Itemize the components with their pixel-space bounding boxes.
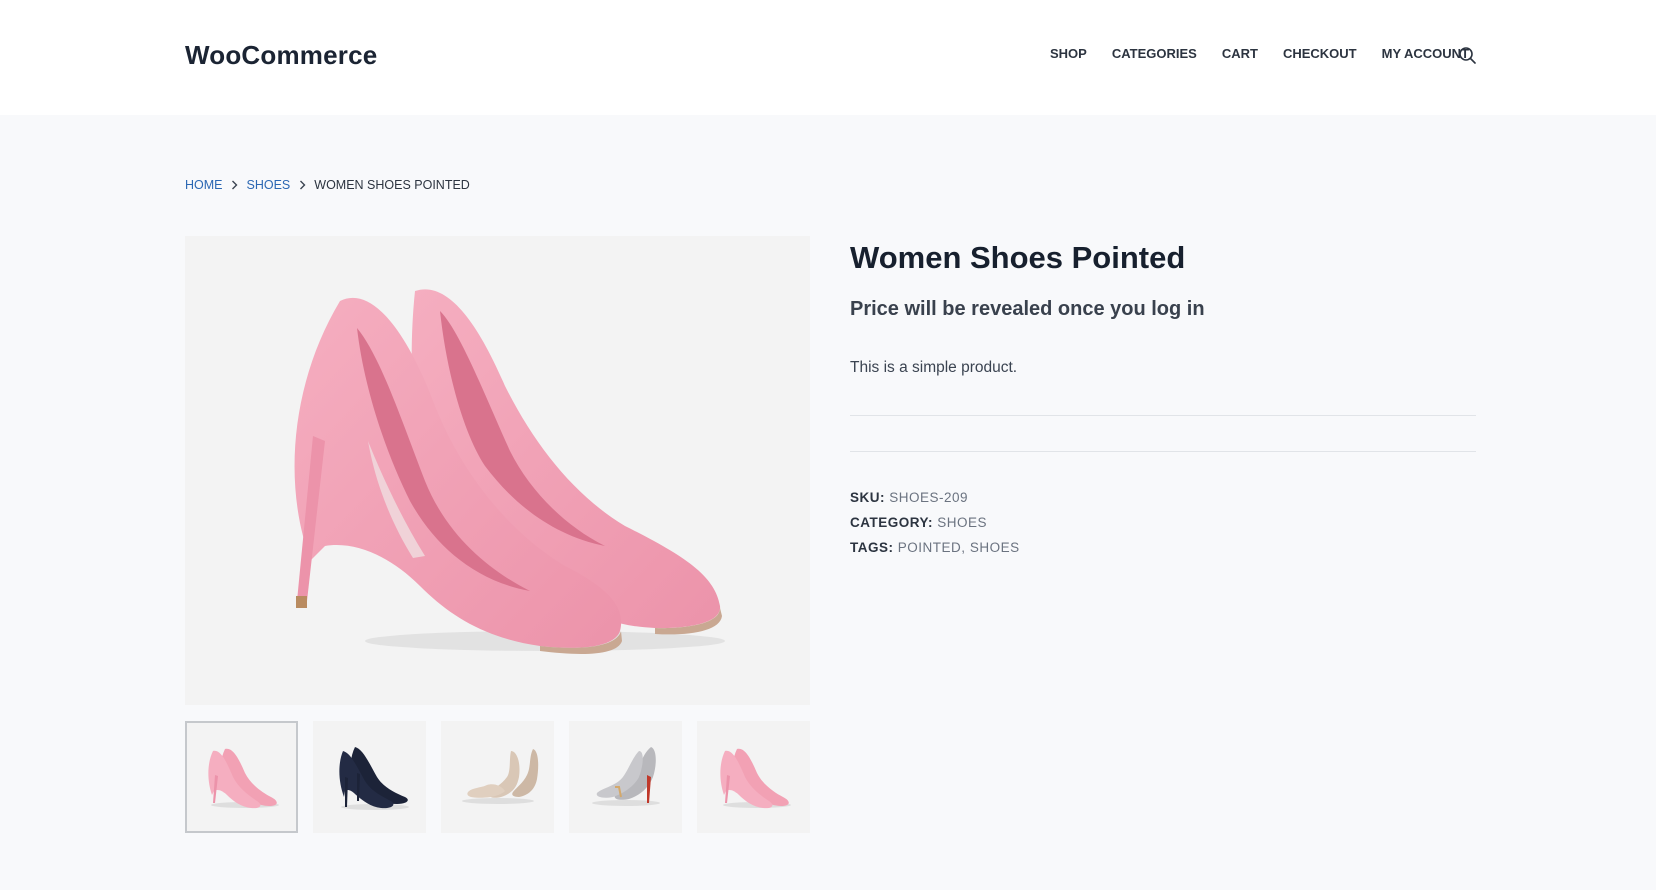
- nav-categories[interactable]: CATEGORIES: [1112, 46, 1197, 61]
- tags-row: TAGS: POINTED, SHOES: [850, 540, 1476, 555]
- category-label: CATEGORY:: [850, 515, 933, 530]
- divider: [850, 451, 1476, 452]
- product-summary: Women Shoes Pointed Price will be reveal…: [850, 240, 1476, 565]
- sku-row: SKU: SHOES-209: [850, 490, 1476, 505]
- thumbnail-navy-pumps[interactable]: [313, 721, 426, 833]
- product-meta: SKU: SHOES-209 CATEGORY: SHOES TAGS: POI…: [850, 490, 1476, 555]
- thumbnail-pink-pumps[interactable]: [185, 721, 298, 833]
- sku-label: SKU:: [850, 490, 885, 505]
- nav-my-account[interactable]: MY ACCOUNT: [1382, 46, 1469, 61]
- product-thumbnails: [185, 721, 810, 833]
- chevron-right-icon: [290, 180, 314, 190]
- nav-checkout[interactable]: CHECKOUT: [1283, 46, 1357, 61]
- chevron-right-icon: [223, 180, 247, 190]
- site-logo[interactable]: WooCommerce: [185, 40, 377, 71]
- product-main-image[interactable]: [185, 236, 810, 705]
- tag-separator: ,: [961, 540, 966, 555]
- product-short-description: This is a simple product.: [850, 359, 1018, 376]
- search-icon[interactable]: [1458, 46, 1476, 64]
- breadcrumb-home[interactable]: HOME: [185, 178, 223, 192]
- divider: [850, 415, 1476, 416]
- breadcrumb-current: WOMEN SHOES POINTED: [314, 178, 470, 192]
- main-nav: SHOP CATEGORIES CART CHECKOUT MY ACCOUNT: [1050, 46, 1494, 61]
- pink-pumps-image: [294, 289, 725, 654]
- site-header: WooCommerce SHOP CATEGORIES CART CHECKOU…: [0, 0, 1656, 115]
- nav-cart[interactable]: CART: [1222, 46, 1258, 61]
- price-login-notice: Price will be revealed once you log in: [850, 298, 1205, 320]
- breadcrumb-shoes[interactable]: SHOES: [247, 178, 291, 192]
- tags-label: TAGS:: [850, 540, 894, 555]
- thumbnail-nude-pumps[interactable]: [441, 721, 554, 833]
- breadcrumb: HOME SHOES WOMEN SHOES POINTED: [185, 178, 470, 192]
- thumbnail-silver-pumps[interactable]: [569, 721, 682, 833]
- thumbnail-pink-pumps-alt[interactable]: [697, 721, 810, 833]
- sku-value: SHOES-209: [889, 490, 969, 505]
- product-title: Women Shoes Pointed: [850, 240, 1186, 275]
- tag-link-pointed[interactable]: POINTED: [898, 540, 962, 555]
- category-link[interactable]: SHOES: [937, 515, 987, 530]
- category-row: CATEGORY: SHOES: [850, 515, 1476, 530]
- nav-shop[interactable]: SHOP: [1050, 46, 1087, 61]
- tag-link-shoes[interactable]: SHOES: [970, 540, 1020, 555]
